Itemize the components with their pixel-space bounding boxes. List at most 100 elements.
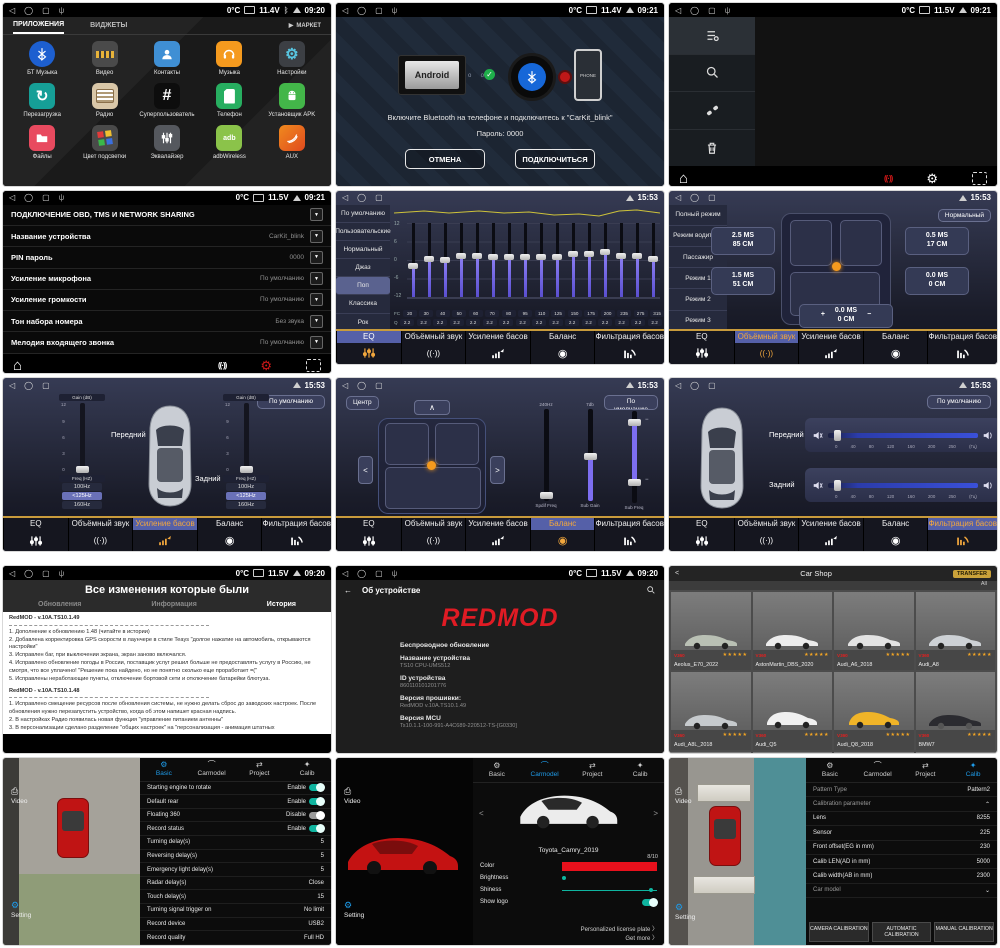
freq-125[interactable]: <125Hz [226,492,266,500]
lower-handle[interactable] [628,479,641,486]
recents-icon[interactable]: ▢ [375,6,383,15]
app-radio[interactable]: Радио [73,83,135,118]
minus-button[interactable]: + [821,311,825,320]
listening-position-dot[interactable] [832,262,841,271]
toggle-on[interactable] [642,899,657,906]
sidebar-item-trash[interactable] [669,130,755,167]
slider-track[interactable] [544,409,549,501]
back-icon[interactable]: ◁ [9,381,15,390]
tab-filter[interactable]: Фильтрация басов [594,518,664,551]
get-more-link[interactable]: Get more 〉 [479,933,658,942]
preset-pop[interactable]: Поп [336,277,390,295]
setting-row[interactable]: Calib LEN(AD in mm)5000 [806,855,997,869]
preset-normal[interactable]: Нормальный [336,241,390,259]
car-card[interactable]: V360★★★★★ BMW7 [916,672,996,750]
back-icon[interactable]: ◁ [675,6,681,15]
broadcast-icon[interactable]: ((·)) [218,361,226,370]
back-icon[interactable]: ◁ [342,381,348,390]
car-card-partial[interactable] [834,752,914,753]
video-button[interactable]: ⎙ Video [344,786,361,805]
app-video[interactable]: Видео [73,41,135,76]
lower-minus[interactable]: − [645,477,649,483]
setting-row[interactable]: Touch delay(s)15 [140,890,331,904]
recents-icon[interactable]: ▢ [42,569,50,578]
setting-row[interactable]: Front offset(EG in mm)230 [806,841,997,855]
back-icon[interactable]: ◁ [9,193,15,202]
dropdown-button[interactable]: ▼ [310,272,323,285]
eq-band-slider[interactable] [504,223,514,297]
slider-track[interactable]: − − [632,411,637,503]
filter-track[interactable] [828,483,978,488]
toggle-on[interactable] [309,798,324,805]
brightness-slider[interactable] [562,876,657,880]
setting-row[interactable]: Emergency light delay(s)5 [140,863,331,877]
preset-default[interactable]: По умолчанию [336,205,390,223]
dropdown-button[interactable]: ▼ [310,336,323,349]
back-icon[interactable]: ◁ [9,6,15,15]
gain-handle[interactable] [240,466,253,473]
shiness-slider[interactable] [562,890,657,891]
tab-basic[interactable]: ⚙Basic [806,758,854,782]
home-circle-icon[interactable]: ◯ [357,6,366,15]
gear-icon[interactable]: ⚙ [260,359,272,372]
tab-surround[interactable]: Объёмный звук ((·)) [401,518,466,551]
tab-calib[interactable]: ✦Calib [616,758,664,782]
back-icon[interactable]: ◁ [342,6,348,15]
tab-eq[interactable]: EQ [669,331,734,364]
car-card[interactable]: V360★★★★★ Audi_A8L_2018 [671,672,751,750]
eq-band-slider[interactable] [632,223,642,297]
tab-carmodel[interactable]: ⌒Carmodel [854,758,902,782]
tab-surround[interactable]: Объёмный звук ((·)) [68,518,133,551]
recents-icon[interactable]: ▢ [708,6,716,15]
home-circle-icon[interactable]: ◯ [24,569,33,578]
filter-handle[interactable] [834,480,841,491]
setting-row[interactable]: Pattern TypePattern2 [806,783,997,797]
mute-speaker-icon[interactable] [813,481,823,490]
setting-row[interactable]: Reversing delay(s)5 [140,850,331,864]
tab-updates[interactable]: Обновления [38,601,81,608]
screenshot-grid-icon[interactable] [306,359,321,372]
recents-icon[interactable]: ▢ [42,6,50,15]
tab-filter[interactable]: Фильтрация басов [927,331,997,364]
setting-row[interactable]: Turning delay(s)5 [140,836,331,850]
app-adbwireless[interactable]: adb adbWireless [198,125,260,160]
car-card[interactable]: V360★★★★★ Audi_Q8_2018 [834,672,914,750]
tab-bass-boost[interactable]: Усиление басов [798,331,863,364]
recents-icon[interactable]: ▢ [42,193,50,202]
delay-front-right[interactable]: 0.5 MS17 CM [905,227,969,255]
home-circle-icon[interactable]: ◯ [24,381,33,390]
setting-button[interactable]: ⚙ Setting [675,902,695,921]
arrow-right-button[interactable]: > [490,456,505,484]
app-settings[interactable]: ⚙ Настройки [261,41,323,76]
tab-bass-boost[interactable]: Усиление басов [132,518,197,551]
tab-filter[interactable]: Фильтрация басов [927,518,997,551]
about-item[interactable]: Беспроводное обновление [336,639,664,652]
dropdown-button[interactable]: ▼ [310,251,323,264]
home-icon[interactable]: ⌂ [13,358,22,373]
tab-project[interactable]: ⇄Project [569,758,617,782]
eq-band-slider[interactable] [456,223,466,297]
arrow-up-button[interactable]: ∧ [414,400,450,415]
center-button[interactable]: Центр [346,396,379,410]
video-button[interactable]: ⎙ Video [675,786,692,805]
recents-icon[interactable]: ▢ [42,381,50,390]
tab-eq[interactable]: EQ [336,331,401,364]
setting-row[interactable]: Sensor225 [806,826,997,840]
tab-balance[interactable]: Баланс ◉ [863,518,928,551]
eq-band-slider[interactable] [488,223,498,297]
sidebar-item-list[interactable] [669,17,755,55]
tab-balance[interactable]: Баланс ◉ [530,331,595,364]
eq-band-slider[interactable] [616,223,626,297]
app-contacts[interactable]: Контакты [136,41,198,76]
recents-icon[interactable]: ▢ [708,193,716,202]
upper-minus[interactable]: − [645,417,649,423]
app-superuser[interactable]: # Суперпользователь [136,83,198,118]
eq-band-slider[interactable] [472,223,482,297]
screenshot-grid-icon[interactable] [972,172,987,185]
setting-row[interactable]: Starting engine to rotateEnable [140,782,331,796]
recents-icon[interactable]: ▢ [375,569,383,578]
car-card[interactable]: V360★★★★★ Aeolus_E70_2022 [671,592,751,670]
tab-project[interactable]: ⇄Project [236,758,284,781]
home-circle-icon[interactable]: ◯ [24,6,33,15]
tab-surround[interactable]: Объёмный звук ((·)) [401,331,466,364]
